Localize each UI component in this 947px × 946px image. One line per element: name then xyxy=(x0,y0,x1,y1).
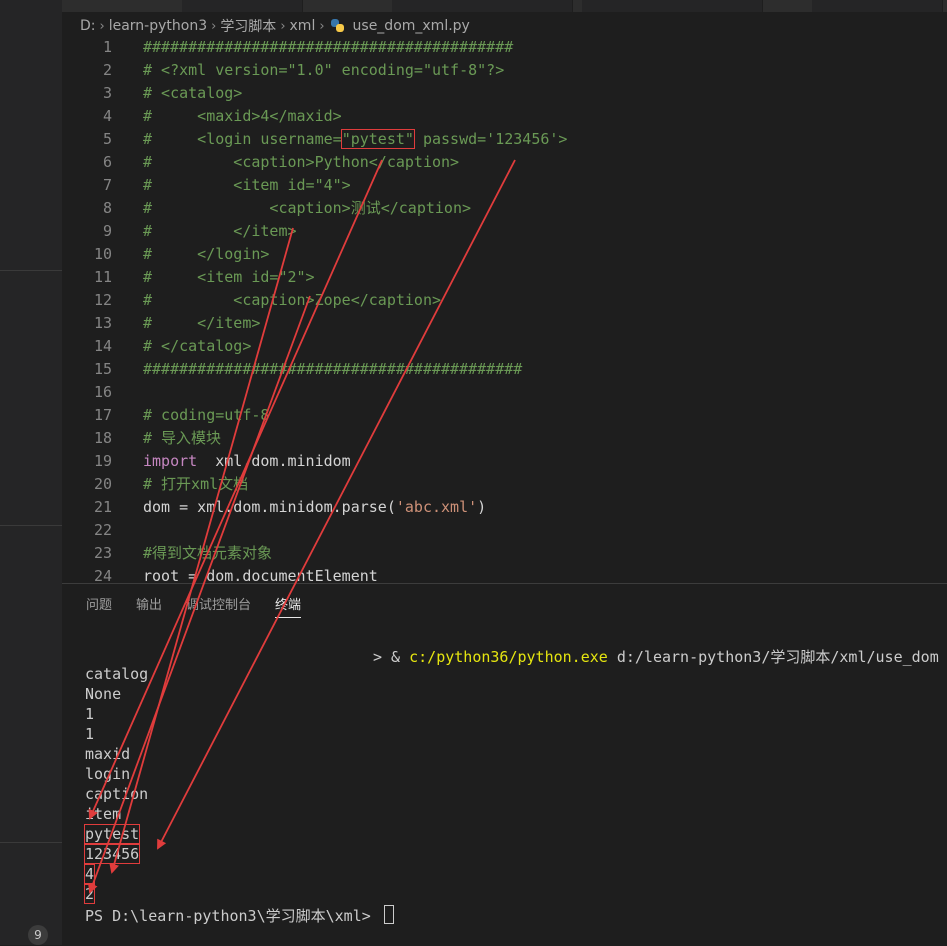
arrow-item-id-2 xyxy=(88,295,311,894)
annotation-arrows xyxy=(88,159,516,894)
arrow-item-id-4 xyxy=(109,227,294,874)
arrow-username xyxy=(88,159,383,820)
